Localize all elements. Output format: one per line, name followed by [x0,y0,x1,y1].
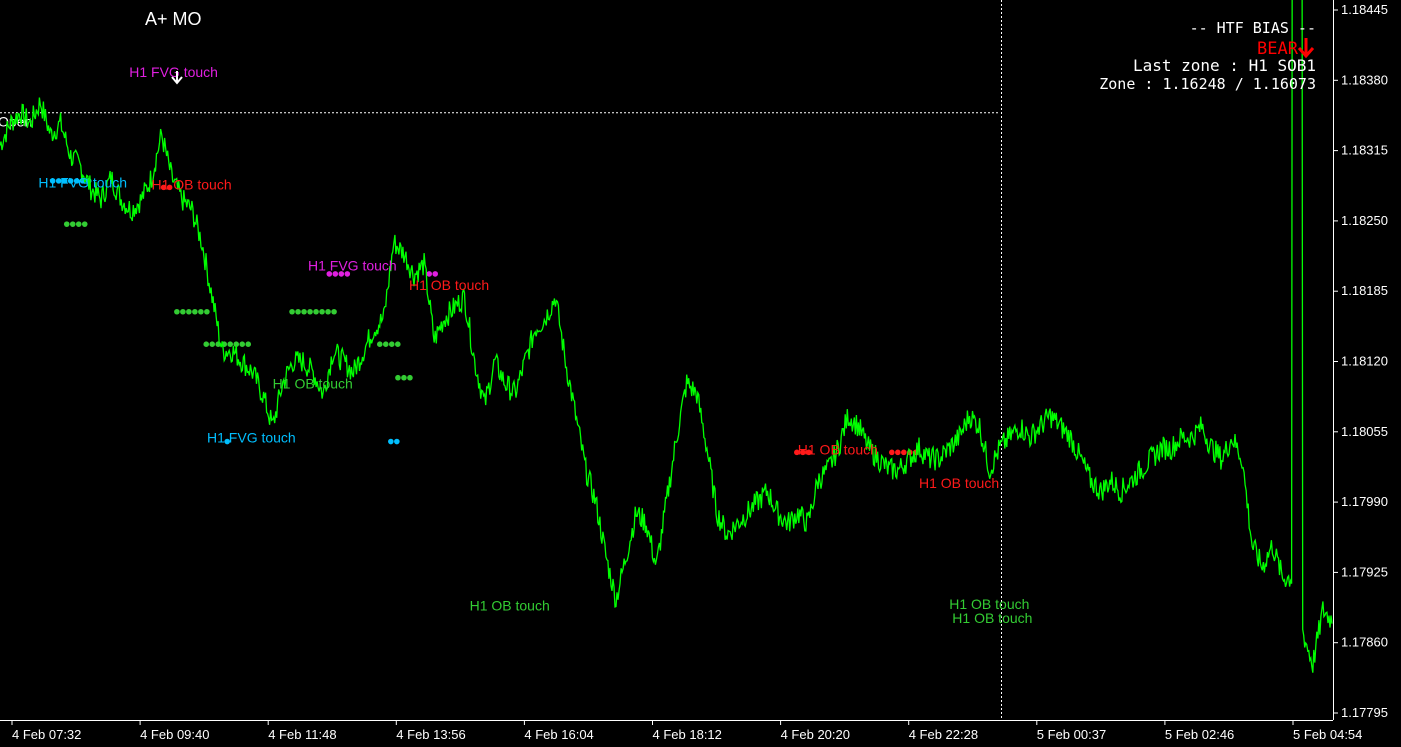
time-tick-label: 4 Feb 20:20 [781,727,850,742]
touch-marker-dot [394,341,401,347]
price-tick-label: 1.18055 [1341,424,1388,439]
touch-marker-dot [376,341,383,347]
touch-marker-dot [81,221,88,227]
price-tick-label: 1.18250 [1341,213,1388,228]
touch-marker-dot [394,438,400,445]
time-tick-label: 4 Feb 09:40 [140,727,209,742]
touch-marker-dot [319,308,325,315]
touch-annotation-label: H1 OB touch [409,277,489,293]
touch-marker-dot [426,271,433,277]
touch-marker-dot [180,308,186,315]
time-tick-label: 4 Feb 13:56 [396,727,465,742]
time-axis: 4 Feb 07:32 4 Feb 09:40 4 Feb 11:48 4 Feb 1… [11,720,1362,742]
touch-marker-dot [63,221,70,227]
price-tick-label: 1.18380 [1341,72,1388,87]
touch-marker-dot [186,308,192,315]
touch-marker-dot [174,308,180,315]
time-tick-label: 5 Feb 04:54 [1293,727,1362,742]
touch-marker-dot [325,308,331,315]
touch-marker-dot [75,221,82,227]
touch-markers [49,178,919,456]
touch-marker-dot [239,341,246,347]
price-tick-label: 1.17990 [1341,494,1388,509]
time-tick-label: 4 Feb 18:12 [653,727,722,742]
touch-marker-dot [388,438,394,445]
price-line [0,0,1333,673]
price-tick-label: 1.17795 [1341,705,1388,720]
touch-marker-dot [245,341,252,347]
time-tick-label: 4 Feb 11:48 [268,727,336,742]
time-tick-label: 4 Feb 16:04 [524,727,593,742]
touch-annotation-label: H1 FVG touch [38,174,127,190]
touch-marker-dot [289,308,295,315]
touch-marker-dot [382,341,389,347]
touch-annotation-label: H1 OB touch [470,597,550,613]
touch-annotation-label: H1 OB touch [919,475,999,491]
touch-marker-dot [889,449,895,456]
touch-marker-dot [204,308,210,315]
touch-marker-dot [198,308,204,315]
touch-marker-dot [307,308,313,315]
time-tick-label: 4 Feb 22:28 [909,727,978,742]
price-tick-label: 1.18445 [1341,2,1388,17]
touch-marker-dot [301,308,307,315]
touch-marker-dot [331,308,337,315]
touch-annotation-label: H1 OB touch [952,610,1032,626]
touch-marker-dot [895,449,901,456]
price-tick-label: 1.17925 [1341,564,1388,579]
touch-annotation-label: H1 OB touch [151,177,231,193]
price-axis: 1.18445 1.18380 1.18315 1.18250 1.18185 1.181… [1333,2,1388,720]
time-tick-label: 5 Feb 00:37 [1037,727,1106,742]
price-tick-label: 1.17860 [1341,635,1388,650]
touch-marker-dot [209,341,216,347]
indicator-title: A+ MO [145,9,202,29]
price-tick-label: 1.18120 [1341,354,1388,369]
touch-marker-dot [407,374,413,381]
touch-marker-dot [295,308,301,315]
touch-marker-dot [192,308,198,315]
touch-marker-dot [69,221,76,227]
last-zone-label: Last zone : H1 SOB1 [1132,56,1316,75]
touch-marker-dot [388,341,395,347]
touch-marker-dot [432,271,439,277]
touch-marker-dot [401,374,407,381]
price-chart[interactable]: Open H1 FVG touchH1 FVG touch H1 OB touch… [0,0,1401,747]
zone-range-label: Zone : 1.16248 / 1.16073 [1099,75,1316,93]
touch-marker-dot [203,341,210,347]
touch-annotation-label: H1 FVG touch [207,430,296,446]
touch-annotations: H1 FVG touch H1 FVG touch H1 OB touch H1 FV… [38,64,1032,626]
touch-marker-dot [901,449,907,456]
touch-annotation-label: H1 OB touch [273,376,353,392]
touch-marker-dot [227,341,234,347]
price-tick-label: 1.18315 [1341,143,1388,158]
touch-marker-dot [313,308,319,315]
price-tick-label: 1.18185 [1341,283,1388,298]
touch-annotation-label: H1 OB touch [798,442,878,458]
htf-bias-heading: -- HTF BIAS -- [1189,19,1316,37]
time-tick-label: 5 Feb 02:46 [1165,727,1234,742]
touch-marker-dot [395,374,401,381]
time-tick-label: 4 Feb 07:32 [12,727,81,742]
touch-annotation-label: H1 FVG touch [308,258,397,274]
